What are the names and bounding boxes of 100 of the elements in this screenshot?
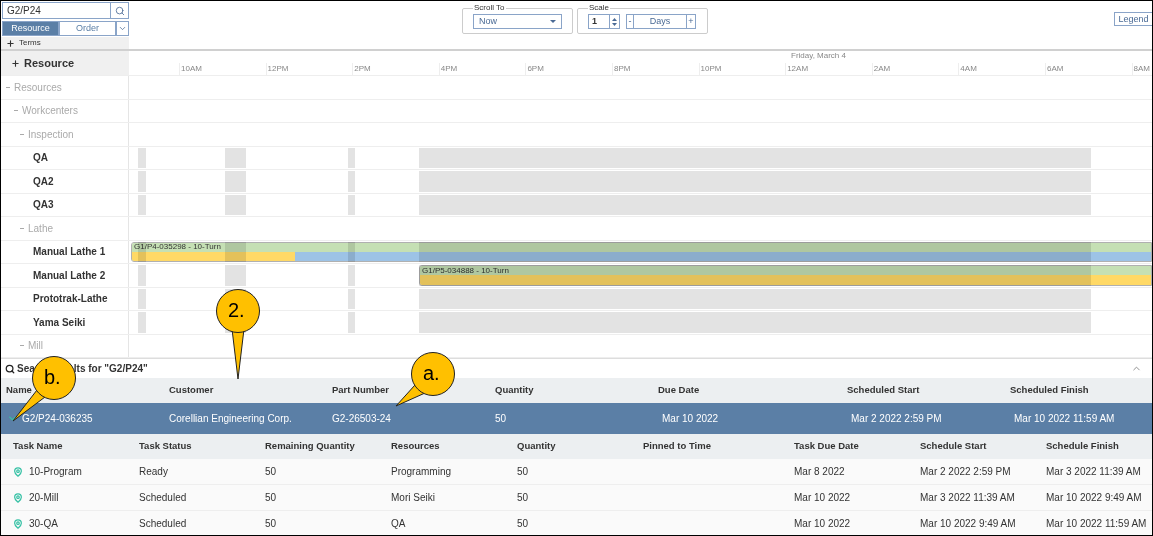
table-cell-text: G2/P24-036235 <box>22 412 93 426</box>
non-working-block <box>225 147 246 168</box>
table-cell-text: Mar 10 2022 11:59 AM <box>1013 412 1115 426</box>
scroll-to-select[interactable]: Now <box>473 14 562 29</box>
table-cell-text: 20-Mill <box>29 491 59 505</box>
column-header[interactable]: Part Number <box>332 383 495 398</box>
view-tab[interactable]: Resource <box>2 21 59 36</box>
table-cell-text: Mar 10 2022 <box>794 517 851 531</box>
column-header[interactable]: Quantity <box>495 383 658 398</box>
search-button[interactable] <box>111 2 129 19</box>
time-tick-label: 4PM <box>440 63 458 75</box>
task-bar[interactable]: G1/P5-034888 - 10-Turn <box>419 265 1152 286</box>
spinner-buttons[interactable] <box>610 14 620 29</box>
table-cell-text: Scheduled <box>139 491 187 505</box>
column-header[interactable]: Resources <box>391 439 517 454</box>
legend-button[interactable]: Legend <box>1114 12 1152 26</box>
table-cell-text: 50 <box>265 517 277 531</box>
table-cell-text: 10-Program <box>29 465 82 479</box>
collapse-icon[interactable] <box>7 413 18 424</box>
table-cell-text: Scheduled <box>139 517 187 531</box>
column-header[interactable]: Schedule Start <box>920 439 1046 454</box>
resource-label[interactable]: Manual Lathe 1 <box>33 244 106 260</box>
scale-unit-field[interactable]: Days <box>634 14 686 29</box>
non-working-block <box>348 312 355 333</box>
resource-label[interactable]: QA2 <box>33 173 54 189</box>
results-title: lts for "G2/P24" <box>73 362 148 376</box>
resource-label[interactable]: Yama Seiki <box>33 314 86 330</box>
table-cell-text: 50 <box>517 491 529 505</box>
non-working-block <box>138 265 146 286</box>
scale-increase-button[interactable]: + <box>686 14 696 29</box>
view-dropdown-button[interactable] <box>116 21 129 36</box>
expand-icon[interactable] <box>11 58 20 68</box>
non-working-block <box>225 241 246 262</box>
non-working-block <box>225 194 246 215</box>
order-row[interactable]: G2/P24-036235 Corellian Engineering Corp. G2-26503-24 50 Mar 10 2022 Mar 2 2022 2:59 PM Mar 10 2022 11:59 AM <box>1 403 1152 434</box>
non-working-block <box>225 265 246 286</box>
table-cell-text: 50 <box>265 491 277 505</box>
time-tick-label: 10PM <box>700 63 722 75</box>
view-tab[interactable]: Order <box>59 21 116 36</box>
callout-label: 2. <box>228 300 245 320</box>
expand-icon[interactable] <box>6 38 15 48</box>
down-arrow-icon <box>612 22 617 26</box>
time-tick-label: 12PM <box>267 63 289 75</box>
table-cell-text: Mar 3 2022 11:39 AM <box>920 491 1015 505</box>
table-cell-text: Mar 10 2022 11:59 AM <box>1046 517 1147 531</box>
time-tick-label: 2PM <box>354 63 371 75</box>
non-working-block <box>348 241 355 262</box>
resource-label[interactable]: QA <box>33 150 48 166</box>
non-working-block <box>348 171 355 192</box>
table-cell-text: Mar 8 2022 <box>794 465 845 479</box>
time-tick-label: 8AM <box>1133 63 1150 75</box>
column-header[interactable]: Task Status <box>139 439 265 454</box>
table-cell-text: Mar 2 2022 2:59 PM <box>850 412 942 426</box>
column-header[interactable]: Quantity <box>517 439 643 454</box>
column-header[interactable]: Remaining Quantity <box>265 439 391 454</box>
non-working-block <box>348 194 355 215</box>
table-cell-text: G2-26503-24 <box>332 412 391 426</box>
time-tick-label: 10AM <box>181 63 202 75</box>
column-header[interactable]: Customer <box>169 383 332 398</box>
table-cell-text: Mar 10 2022 9:49 AM <box>920 517 1016 531</box>
group-legend: Scroll To <box>473 2 506 14</box>
table-cell-text: Mar 10 2022 <box>661 412 719 426</box>
column-header[interactable]: Pinned to Time <box>643 439 794 454</box>
pin-icon <box>13 492 23 503</box>
column-header[interactable]: Schedule Finish <box>1046 439 1152 454</box>
non-working-block <box>348 265 355 286</box>
time-tick-label: 6AM <box>1046 63 1064 75</box>
column-header[interactable]: Due Date <box>658 383 847 398</box>
pin-icon <box>13 518 23 529</box>
non-working-block <box>138 312 146 333</box>
table-cell-text: QA <box>391 517 406 531</box>
table-cell-text: Mar 10 2022 <box>794 491 851 505</box>
date-label: Friday, March 4 <box>791 50 846 62</box>
non-working-block <box>138 171 146 192</box>
task-bar[interactable]: G1/P4-035298 - 10-Turn <box>131 241 1152 262</box>
resource-label[interactable]: Prototrak-Lathe <box>33 291 108 307</box>
terms-label[interactable]: Terms <box>19 37 41 49</box>
scale-decrease-button[interactable]: - <box>626 14 634 29</box>
column-header[interactable]: Scheduled Start <box>847 383 1010 398</box>
table-cell-text: 50 <box>495 412 507 426</box>
table-cell-text: 50 <box>517 517 529 531</box>
table-cell-text: Mar 10 2022 9:49 AM <box>1046 491 1142 505</box>
scale-amount-field[interactable]: 1 <box>588 14 610 29</box>
column-header[interactable]: Task Name <box>13 439 139 454</box>
non-working-block <box>348 147 355 168</box>
resource-label[interactable]: Manual Lathe 2 <box>33 267 106 283</box>
caret-icon <box>550 20 556 23</box>
table-cell-text: 50 <box>517 465 529 479</box>
table-cell-text: Mar 2 2022 2:59 PM <box>920 465 1011 479</box>
table-cell-text: Mar 3 2022 11:39 AM <box>1046 465 1141 479</box>
non-working-block <box>138 147 146 168</box>
results-title: Sea <box>17 362 35 376</box>
time-tick-label: 12AM <box>787 63 809 75</box>
resource-label[interactable]: QA3 <box>33 197 54 213</box>
table-cell-text: 30-QA <box>29 517 58 531</box>
column-header[interactable]: Task Due Date <box>794 439 920 454</box>
search-field[interactable]: G2/P24 <box>2 2 111 19</box>
table-cell-text: Corellian Engineering Corp. <box>169 412 292 426</box>
column-header[interactable]: Scheduled Finish <box>1010 383 1152 398</box>
non-working-block <box>225 171 246 192</box>
